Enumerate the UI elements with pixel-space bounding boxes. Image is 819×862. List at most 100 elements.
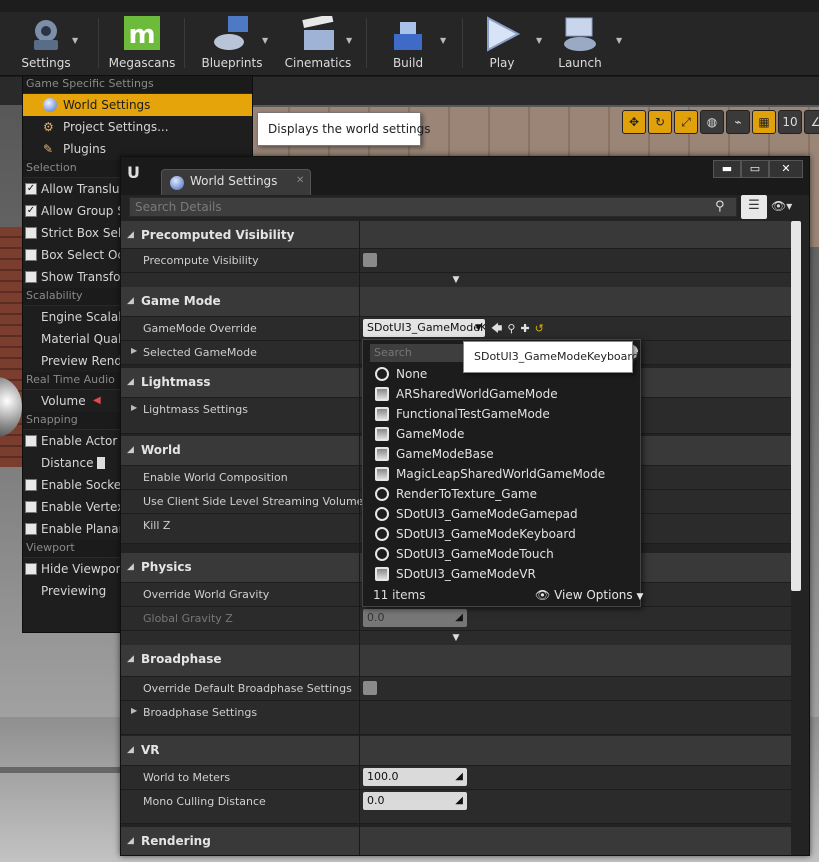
play-button[interactable]: Play ▼ [470, 14, 542, 74]
checkbox[interactable] [25, 501, 37, 513]
translate-icon[interactable]: ✥ [622, 110, 646, 134]
checkbox[interactable] [25, 523, 37, 535]
maximize-button[interactable]: ▭ [741, 160, 769, 178]
category-label: World [141, 443, 181, 457]
category-rendering[interactable]: ◢ Rendering [121, 827, 791, 855]
grid-snap-icon[interactable]: ▦ [752, 110, 776, 134]
search-details-input[interactable]: Search Details [129, 197, 737, 217]
browse-icon[interactable]: ⚲ [507, 322, 515, 335]
checkbox[interactable] [25, 563, 37, 575]
class-blueprint-icon [375, 407, 389, 421]
globe-icon[interactable]: ◍ [700, 110, 724, 134]
chevron-down-icon[interactable]: ▼ [536, 36, 542, 45]
tab-title: World Settings [190, 174, 278, 188]
chevron-down-icon[interactable]: ▼ [440, 36, 446, 45]
column-splitter[interactable] [359, 221, 360, 855]
expand-arrow-icon[interactable]: ▶ [131, 346, 137, 355]
precompute-visibility-checkbox[interactable] [363, 253, 377, 267]
category-vr[interactable]: ◢ VR [121, 736, 791, 766]
picker-item[interactable]: RenderToTexture_Game [363, 484, 642, 504]
toolbar-separator [184, 18, 185, 68]
chevron-down-icon[interactable]: ▼ [616, 36, 622, 45]
menu-item-world-settings[interactable]: World Settings [23, 94, 252, 116]
close-tab-icon[interactable]: ✕ [296, 175, 304, 186]
blueprints-button[interactable]: Blueprints ▼ [194, 14, 270, 74]
rotation-snap-icon[interactable]: ∠ [804, 110, 819, 134]
surface-snap-icon[interactable]: ⌁ [726, 110, 750, 134]
property-row: Override Default Broadphase Settings [121, 677, 791, 701]
picker-item[interactable]: SDotUI3_GameModeGamepad [363, 504, 642, 524]
chevron-down-icon[interactable]: ▼ [346, 36, 352, 45]
lightmass-settings-label: Lightmass Settings [143, 403, 248, 416]
global-gravity-field[interactable]: 0.0 ◢ [363, 609, 467, 627]
picker-item[interactable]: MagicLeapSharedWorldGameMode [363, 464, 642, 484]
override-world-gravity-label: Override World Gravity [143, 588, 270, 601]
tab-world-settings[interactable]: World Settings ✕ [161, 169, 311, 195]
search-icon[interactable]: ⚲ [715, 199, 731, 215]
category-game-mode[interactable]: ◢ Game Mode [121, 287, 791, 317]
cinematics-button[interactable]: Cinematics ▼ [280, 14, 356, 74]
plug-icon: ✎ [43, 142, 54, 156]
toolbar-separator [366, 18, 367, 68]
settings-button[interactable]: Settings ▼ [14, 14, 78, 74]
menu-item-project-settings[interactable]: ⚙ Project Settings... [23, 116, 252, 138]
megascans-button[interactable]: m Megascans [104, 14, 180, 74]
use-selected-arrow-icon[interactable]: 🡄 [491, 322, 502, 335]
checkbox[interactable] [25, 479, 37, 491]
mono-culling-label: Mono Culling Distance [143, 795, 266, 808]
category-broadphase[interactable]: ◢ Broadphase [121, 645, 791, 677]
expand-arrow-icon[interactable]: ▶ [131, 706, 137, 715]
picker-item[interactable]: GameModeBase [363, 444, 642, 464]
checkbox[interactable] [25, 249, 37, 261]
chevron-down-icon[interactable]: ▼ [262, 36, 268, 45]
picker-item[interactable]: FunctionalTestGameMode [363, 404, 642, 424]
picker-item[interactable]: GameMode [363, 424, 642, 444]
launch-button[interactable]: Launch ▼ [548, 14, 622, 74]
toolbar-separator [462, 18, 463, 68]
mono-culling-value: 0.0 [367, 794, 385, 807]
build-label: Build [392, 56, 424, 70]
gamemode-override-combo[interactable]: SDotUI3_GameModeK ▼ [363, 319, 485, 337]
distance-slider-handle[interactable] [97, 457, 105, 469]
grid-size-value[interactable]: 10 [778, 110, 802, 134]
mono-culling-field[interactable]: 0.0 ◢ [363, 792, 467, 810]
list-view-icon[interactable]: ☰ [741, 195, 767, 219]
advanced-expander-icon[interactable]: ▼ [121, 631, 791, 645]
enable-planar-label: Enable Planar [41, 522, 124, 536]
property-row: Mono Culling Distance 0.0 ◢ [121, 790, 791, 824]
category-precomputed-visibility[interactable]: ◢ Precomputed Visibility [121, 221, 791, 249]
class-circle-icon [375, 487, 389, 501]
allow-translucent-label: Allow Transluc [41, 182, 127, 196]
section-game-specific: Game Specific Settings [23, 76, 252, 94]
picker-view-options-button[interactable]: 👁 View Options ▼ [535, 588, 643, 602]
build-button[interactable]: Build ▼ [376, 14, 446, 74]
window-title-bar[interactable]: U World Settings ✕ ▬ ▭ ✕ [121, 157, 809, 195]
checkbox-checked[interactable]: ✓ [25, 183, 37, 195]
expand-arrow-icon[interactable]: ▶ [131, 403, 137, 412]
collapse-arrow-icon: ◢ [127, 230, 134, 240]
chevron-down-icon[interactable]: ▼ [72, 36, 78, 45]
reset-icon[interactable]: ↺ [535, 322, 544, 335]
checkbox-checked[interactable]: ✓ [25, 205, 37, 217]
unreal-logo-icon: U [127, 163, 140, 182]
picker-item[interactable]: SDotUI3_GameModeVR [363, 564, 642, 584]
rotate-icon[interactable]: ↻ [648, 110, 672, 134]
picker-item-label: GameModeBase [396, 447, 494, 461]
scale-icon[interactable]: ⤢ [674, 110, 698, 134]
close-window-button[interactable]: ✕ [769, 160, 803, 178]
picker-item[interactable]: ARSharedWorldGameMode [363, 384, 642, 404]
picker-item[interactable]: SDotUI3_GameModeKeyboard [363, 524, 642, 544]
checkbox[interactable] [25, 227, 37, 239]
override-broadphase-checkbox[interactable] [363, 681, 377, 695]
advanced-expander-icon[interactable]: ▼ [121, 273, 791, 287]
view-options-eye-icon[interactable]: 👁▾ [771, 199, 805, 217]
kill-z-label: Kill Z [143, 519, 171, 532]
collapse-arrow-icon: ◢ [127, 562, 134, 572]
world-to-meters-field[interactable]: 100.0 ◢ [363, 768, 467, 786]
checkbox[interactable] [25, 271, 37, 283]
picker-item[interactable]: SDotUI3_GameModeTouch [363, 544, 642, 564]
add-icon[interactable]: ✚ [520, 322, 529, 335]
minimize-button[interactable]: ▬ [713, 160, 741, 178]
megascans-label: Megascans [108, 56, 176, 70]
checkbox[interactable] [25, 435, 37, 447]
